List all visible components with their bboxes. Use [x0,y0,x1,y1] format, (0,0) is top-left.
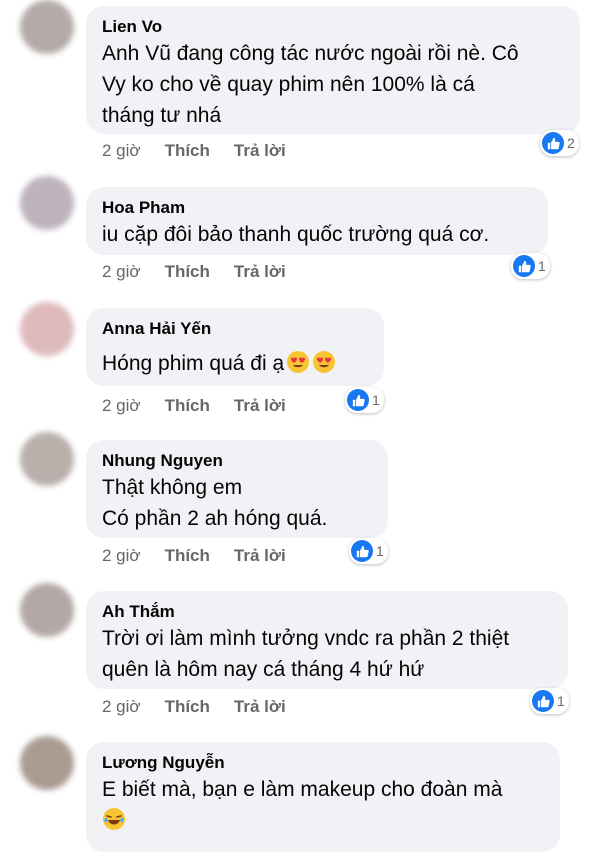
comment-author[interactable]: Nhung Nguyen [102,450,372,472]
reply-link[interactable]: Trả lời [234,546,286,566]
like-link[interactable]: Thích [165,262,210,282]
reply-link[interactable]: Trả lời [234,697,286,717]
reaction-number: 1 [376,543,384,559]
reaction-count[interactable]: 1 [349,538,388,564]
comment-actions: 2 giờ Thích Trả lời [102,396,286,416]
comment-actions: 2 giờ Thích Trả lời [102,262,286,282]
like-link[interactable]: Thích [165,546,210,566]
thumbs-up-icon [351,540,373,562]
comment-bubble: Ah Thắm Trời ơi làm mình tưởng vndc ra p… [86,591,568,689]
reaction-count[interactable]: 1 [511,253,550,279]
reaction-number: 2 [567,135,575,151]
comment-author[interactable]: Anna Hải Yến [102,318,368,340]
comment-actions: 2 giờ Thích Trả lời [102,697,286,717]
thumbs-up-icon [542,132,564,154]
reply-link[interactable]: Trả lời [234,396,286,416]
comment-actions: 2 giờ Thích Trả lời [102,141,286,161]
heart-eyes-emoji-icon [287,351,310,373]
comment-time[interactable]: 2 giờ [102,546,141,566]
comment-text: Thật không em Có phần 2 ah hóng quá. [102,476,328,530]
comment-author[interactable]: Lien Vo [102,16,564,38]
avatar[interactable] [20,302,74,356]
avatar[interactable] [20,736,74,790]
comment-actions: 2 giờ Thích Trả lời [102,546,286,566]
like-link[interactable]: Thích [165,141,210,161]
comment-text: Trời ơi làm mình tưởng vndc ra phần 2 th… [102,627,510,681]
reply-link[interactable]: Trả lời [234,141,286,161]
reaction-number: 1 [538,258,546,274]
comment-time[interactable]: 2 giờ [102,262,141,282]
comment-bubble: Lien Vo Anh Vũ đang công tác nước ngoài … [86,6,580,134]
like-link[interactable]: Thích [165,396,210,416]
comment-bubble: Nhung Nguyen Thật không em Có phần 2 ah … [86,440,388,538]
comment-text: iu cặp đôi bảo thanh quốc trường quá cơ. [102,223,490,246]
avatar[interactable] [20,0,74,54]
reaction-count[interactable]: 2 [540,130,579,156]
comment-text: Hóng phim quá đi ạ [102,348,368,379]
comment-time[interactable]: 2 giờ [102,396,141,416]
heart-eyes-emoji-icon [313,351,336,373]
reaction-count[interactable]: 1 [345,387,384,413]
laughing-tears-emoji-icon [103,808,125,830]
avatar[interactable] [20,583,74,637]
comment-author[interactable]: Lương Nguyễn [102,752,544,774]
comment-time[interactable]: 2 giờ [102,697,141,717]
reaction-number: 1 [557,693,565,709]
reply-link[interactable]: Trả lời [234,262,286,282]
comment-text: E biết mà, bạn e làm makeup cho đoàn mà [102,778,503,801]
like-link[interactable]: Thích [165,697,210,717]
comment-bubble: Anna Hải Yến Hóng phim quá đi ạ [86,308,384,386]
comment-bubble: Hoa Pham iu cặp đôi bảo thanh quốc trườn… [86,187,548,255]
thumbs-up-icon [347,389,369,411]
comment-text: Anh Vũ đang công tác nước ngoài rồi nè. … [102,42,519,127]
comment-time[interactable]: 2 giờ [102,141,141,161]
comment-text-content: Hóng phim quá đi ạ [102,352,285,375]
reaction-count[interactable]: 1 [530,688,569,714]
avatar[interactable] [20,176,74,230]
comment-bubble: Lương Nguyễn E biết mà, bạn e làm makeup… [86,742,560,852]
avatar[interactable] [20,432,74,486]
comment-author[interactable]: Ah Thắm [102,601,552,623]
reaction-number: 1 [372,392,380,408]
thumbs-up-icon [513,255,535,277]
comment-author[interactable]: Hoa Pham [102,197,532,219]
thumbs-up-icon [532,690,554,712]
